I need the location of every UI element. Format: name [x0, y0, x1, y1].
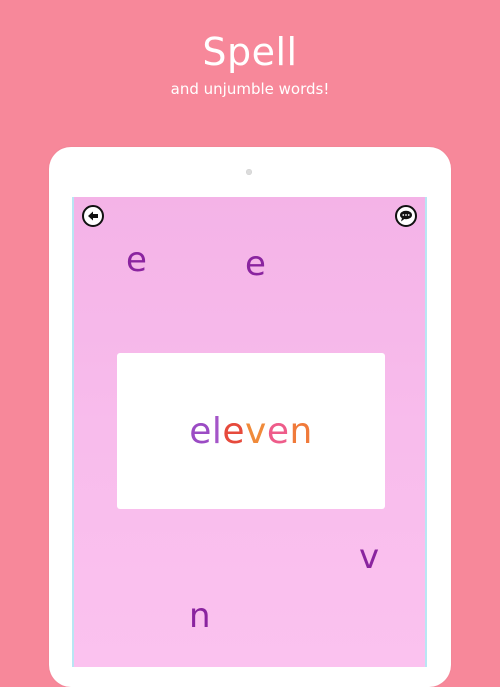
word-letter: e: [266, 410, 290, 452]
draggable-letter[interactable]: e: [126, 243, 147, 277]
back-arrow-icon: [88, 211, 98, 221]
word-letter: l: [211, 410, 223, 452]
draggable-letter[interactable]: e: [245, 247, 266, 281]
word-letter: v: [245, 410, 267, 452]
speech-bubble-icon: [400, 210, 412, 222]
chat-button[interactable]: [395, 205, 417, 227]
game-screen: e e v n eleven: [72, 197, 427, 667]
word-letter: e: [222, 410, 246, 452]
subheadline: and unjumble words!: [170, 80, 330, 98]
target-word: eleven: [189, 411, 313, 452]
word-card: eleven: [117, 353, 385, 509]
word-letter: n: [289, 410, 313, 452]
draggable-letter[interactable]: v: [359, 540, 379, 574]
draggable-letter[interactable]: n: [189, 599, 211, 633]
headline: Spell: [202, 30, 298, 74]
tablet-camera: [246, 169, 252, 175]
back-button[interactable]: [82, 205, 104, 227]
word-letter: e: [189, 410, 212, 452]
